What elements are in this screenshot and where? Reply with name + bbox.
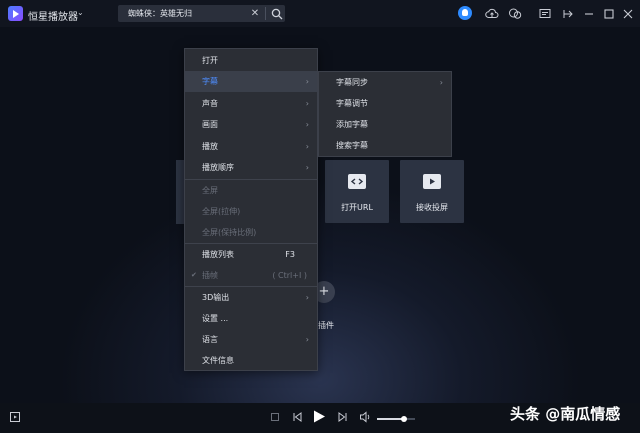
tile-label: 接收投屏 xyxy=(416,203,448,212)
menu-item-playlist[interactable]: 播放列表 F3 xyxy=(185,244,317,265)
menu-item-label: 搜索字幕 xyxy=(336,141,368,150)
menu-item-file-info[interactable]: 文件信息 xyxy=(185,350,317,371)
menu-item-label: 字幕 xyxy=(202,77,218,86)
chevron-right-icon: › xyxy=(305,142,309,151)
maximize-icon[interactable] xyxy=(602,7,616,21)
stop-icon[interactable] xyxy=(270,412,280,425)
menu-item-label: 画面 xyxy=(202,120,218,129)
message-icon[interactable] xyxy=(538,7,552,21)
submenu-item-search-subtitle[interactable]: 搜索字幕 xyxy=(319,135,451,156)
volume-fill xyxy=(377,418,404,420)
avatar[interactable] xyxy=(458,6,472,20)
chevron-right-icon: › xyxy=(305,335,309,344)
menu-item-language[interactable]: 语言 › xyxy=(185,329,317,350)
menu-item-3d-output[interactable]: 3D输出 › xyxy=(185,287,317,308)
context-menu: 打开 字幕 › 声音 › 画面 › 播放 › 播放顺序 › 全屏 全屏(拉伸) 全屏(保持… xyxy=(184,48,318,371)
menu-item-fullscreen-stretch: 全屏(拉伸) xyxy=(185,201,317,222)
chevron-right-icon: › xyxy=(305,99,309,108)
volume-icon[interactable] xyxy=(359,411,372,426)
minimize-icon[interactable] xyxy=(582,7,596,21)
tile-partial xyxy=(176,160,184,224)
pin-icon[interactable] xyxy=(561,7,575,21)
next-icon[interactable] xyxy=(337,411,349,426)
menu-item-label: 语言 xyxy=(202,335,218,344)
divider xyxy=(265,7,266,20)
volume-knob[interactable] xyxy=(400,416,407,422)
shortcut-label: F3 xyxy=(285,250,295,259)
receive-cast-tile[interactable]: 接收投屏 xyxy=(400,160,464,223)
previous-icon[interactable] xyxy=(291,411,303,426)
chat-icon[interactable] xyxy=(508,7,522,21)
chevron-right-icon: › xyxy=(439,78,443,87)
search-icon[interactable] xyxy=(269,6,285,22)
app-logo-icon xyxy=(8,6,23,21)
menu-item-label: 文件信息 xyxy=(202,356,234,365)
menu-item-label: 全屏 xyxy=(202,186,218,195)
submenu-item-subtitle-sync[interactable]: 字幕同步 › xyxy=(319,72,451,93)
watermark-text: 头条 @南瓜情感 xyxy=(510,405,621,423)
cast-icon xyxy=(423,174,441,189)
menu-item-label: 播放 xyxy=(202,142,218,151)
menu-item-label: 字幕调节 xyxy=(336,99,368,108)
chevron-right-icon: › xyxy=(305,163,309,172)
menu-item-label: 字幕同步 xyxy=(336,78,368,87)
chevron-right-icon: › xyxy=(305,77,309,86)
menu-item-label: 3D输出 xyxy=(202,293,230,302)
menu-item-open[interactable]: 打开 xyxy=(185,50,317,71)
menu-item-fullscreen: 全屏 xyxy=(185,180,317,201)
chevron-right-icon: › xyxy=(305,293,309,302)
menu-item-label: 全屏(拉伸) xyxy=(202,207,241,216)
menu-item-video[interactable]: 画面 › xyxy=(185,114,317,135)
submenu-item-subtitle-adjust[interactable]: 字幕调节 xyxy=(319,93,451,114)
menu-item-audio[interactable]: 声音 › xyxy=(185,93,317,114)
menu-item-label: 添加字幕 xyxy=(336,120,368,129)
menu-item-frame-interpolation: ✔ 插帧 ( Ctrl+I ) xyxy=(185,265,317,286)
menu-item-play-order[interactable]: 播放顺序 › xyxy=(185,157,317,178)
menu-item-label: 全屏(保持比例) xyxy=(202,228,257,237)
shortcut-label: ( Ctrl+I ) xyxy=(272,271,307,280)
open-url-tile[interactable]: 打开URL xyxy=(325,160,389,223)
chevron-right-icon: › xyxy=(305,120,309,129)
play-icon[interactable] xyxy=(312,409,326,427)
menu-item-playback[interactable]: 播放 › xyxy=(185,136,317,157)
subtitle-submenu: 字幕同步 › 字幕调节 添加字幕 搜索字幕 xyxy=(318,71,452,157)
menu-item-fullscreen-keep-ratio: 全屏(保持比例) xyxy=(185,222,317,243)
app-title[interactable]: 恒星播放器 xyxy=(28,8,78,23)
menu-item-subtitle[interactable]: 字幕 › xyxy=(185,71,317,92)
menu-item-label: 打开 xyxy=(202,56,218,65)
title-bar: 恒星播放器 ⌄ 蜘蛛侠：英雄无归 ✕ xyxy=(0,0,640,27)
plugin-label: 插件 xyxy=(318,321,334,330)
close-window-icon[interactable] xyxy=(621,7,635,21)
check-icon: ✔ xyxy=(191,271,197,279)
chevron-down-icon[interactable]: ⌄ xyxy=(77,8,84,17)
close-icon[interactable]: ✕ xyxy=(248,8,262,19)
tab-current-media[interactable]: 蜘蛛侠：英雄无归 ✕ xyxy=(118,5,285,22)
tile-label: 打开URL xyxy=(341,203,373,212)
menu-item-label: 播放顺序 xyxy=(202,163,234,172)
submenu-item-add-subtitle[interactable]: 添加字幕 xyxy=(319,114,451,135)
cloud-upload-icon[interactable] xyxy=(485,7,499,21)
menu-item-label: 播放列表 xyxy=(202,250,234,259)
menu-item-settings[interactable]: 设置 ... xyxy=(185,308,317,329)
menu-item-label: 声音 xyxy=(202,99,218,108)
mini-mode-icon[interactable] xyxy=(9,411,21,426)
volume-slider[interactable] xyxy=(377,416,415,422)
tab-label: 蜘蛛侠：英雄无归 xyxy=(128,9,192,18)
link-icon xyxy=(348,174,366,189)
menu-item-label: 设置 ... xyxy=(202,314,229,323)
menu-item-label: 插帧 xyxy=(202,271,218,280)
